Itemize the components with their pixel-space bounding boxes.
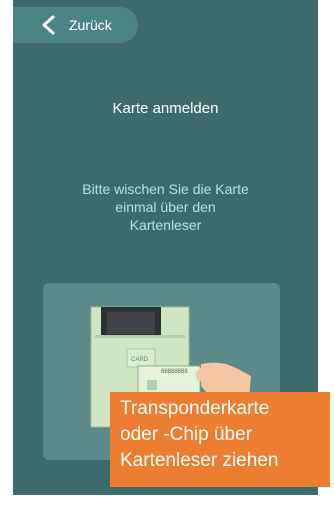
instruction-line: einmal über den xyxy=(115,199,216,215)
card-number: 88888888 xyxy=(161,369,188,375)
callout-line: Transponderkarte xyxy=(120,398,270,419)
back-button[interactable]: Zurück xyxy=(13,7,138,43)
instruction-line: Kartenleser xyxy=(129,217,202,233)
page-title: Karte anmelden xyxy=(112,100,219,117)
chevron-left-icon xyxy=(42,15,55,35)
back-button-label: Zurück xyxy=(69,17,112,33)
card-reader-label: CARD xyxy=(131,357,149,363)
instruction-line: Bitte wischen Sie die Karte xyxy=(82,181,249,197)
instruction-text: Bitte wischen Sie die Karte einmal über … xyxy=(13,180,318,234)
top-bar: Zurück xyxy=(13,0,318,46)
callout-line: Kartenleser ziehen xyxy=(120,450,279,471)
callout-line: oder -Chip über xyxy=(120,424,253,445)
annotation-callout: Transponderkarte oder -Chip über Kartenl… xyxy=(110,392,330,487)
